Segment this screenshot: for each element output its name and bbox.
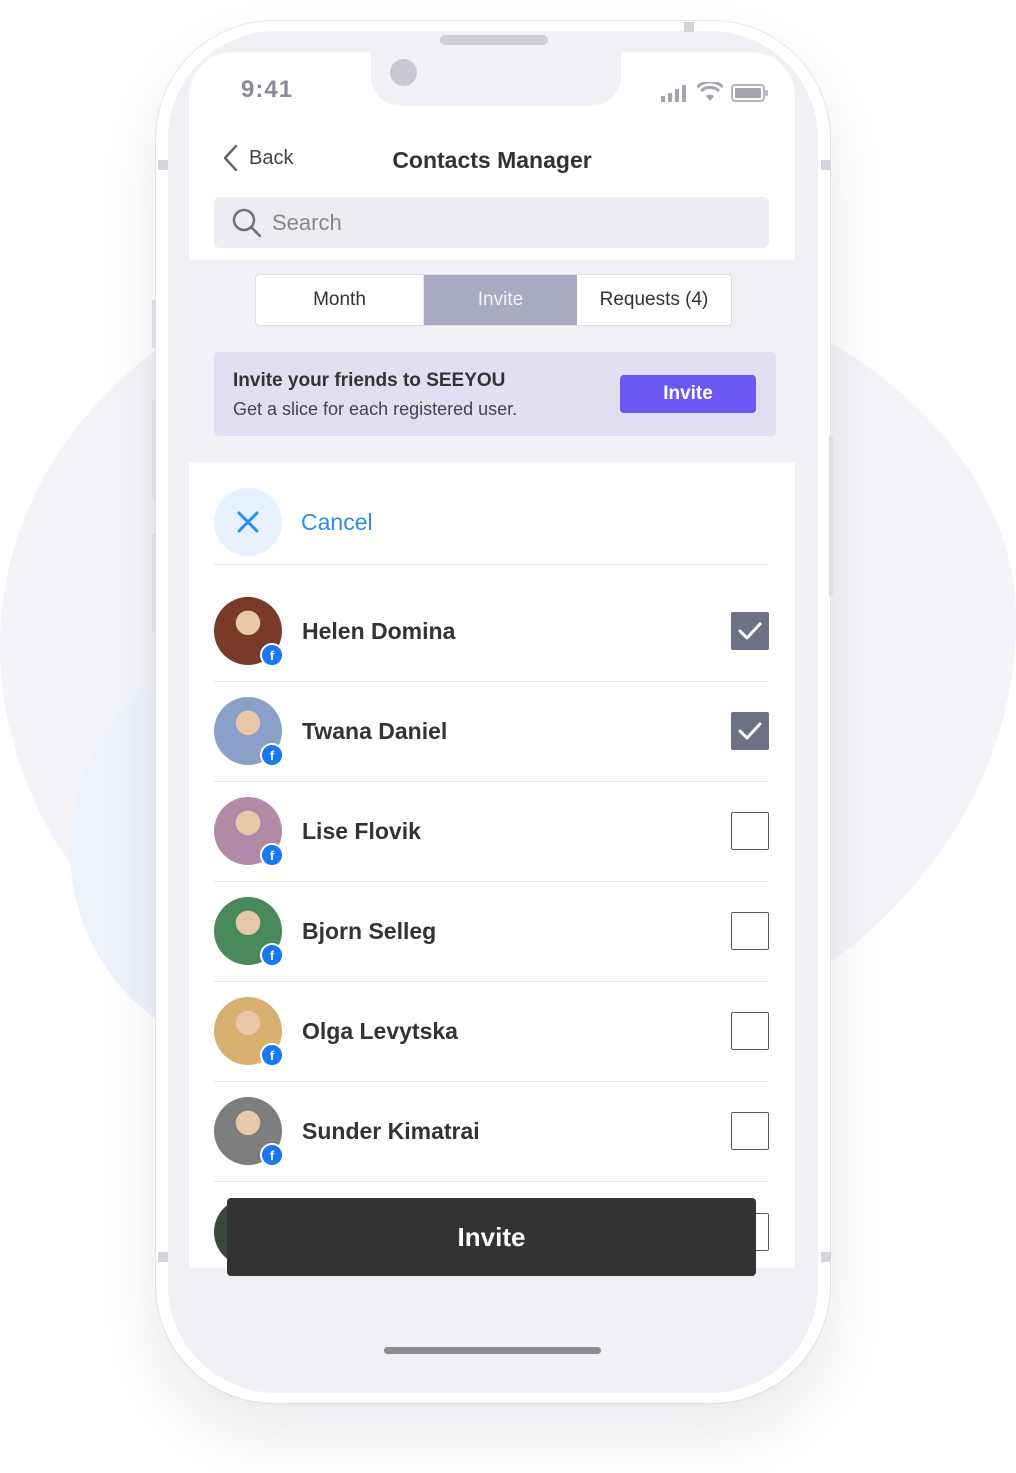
search-bar[interactable] xyxy=(214,197,769,248)
contacts-list: Cancel f Helen Domina f Twana Daniel f Lise F… xyxy=(189,462,795,1268)
contact-row[interactable]: f Lise Flovik xyxy=(214,781,769,882)
app-screen: 9:41 Back Contacts Manager Search Month … xyxy=(189,52,795,1268)
contact-row[interactable]: f Helen Domina xyxy=(214,581,769,682)
antenna-band xyxy=(158,160,168,170)
battery-icon xyxy=(731,84,768,102)
banner-invite-button[interactable]: Invite xyxy=(620,375,756,413)
status-time: 9:41 xyxy=(241,76,294,103)
contact-checkbox[interactable] xyxy=(731,712,769,750)
close-icon xyxy=(237,511,259,533)
avatar: f xyxy=(214,697,284,767)
facebook-icon: f xyxy=(260,743,284,767)
contact-name: Helen Domina xyxy=(302,617,456,644)
speaker-grille xyxy=(440,35,548,45)
banner-title: Invite your friends to SEEYOU xyxy=(233,370,506,391)
contact-name: Bjorn Selleg xyxy=(302,917,437,944)
contact-checkbox[interactable] xyxy=(731,812,769,850)
status-icons xyxy=(661,82,769,102)
facebook-icon: f xyxy=(260,1143,284,1167)
tab-invite[interactable]: Invite xyxy=(424,275,577,325)
facebook-icon: f xyxy=(260,843,284,867)
checkmark-icon xyxy=(738,622,762,640)
power-button xyxy=(829,436,833,596)
antenna-band xyxy=(684,22,694,32)
cancel-label: Cancel xyxy=(301,508,373,535)
invite-button[interactable]: Invite xyxy=(227,1198,756,1276)
contact-checkbox[interactable] xyxy=(731,1012,769,1050)
contact-checkbox[interactable] xyxy=(731,1112,769,1150)
mute-switch xyxy=(152,300,156,348)
tab-month[interactable]: Month xyxy=(256,275,424,325)
signal-icon xyxy=(661,85,686,102)
invite-banner: Invite your friends to SEEYOU Get a slic… xyxy=(214,352,776,436)
tab-requests[interactable]: Requests (4) xyxy=(577,275,731,325)
antenna-band xyxy=(158,1252,168,1262)
volume-down-button xyxy=(152,533,156,633)
antenna-band xyxy=(821,1252,831,1262)
contact-row[interactable]: f Sunder Kimatrai xyxy=(214,1081,769,1182)
cancel-row[interactable]: Cancel xyxy=(214,480,769,565)
contact-row[interactable]: f Twana Daniel xyxy=(214,681,769,782)
contact-row[interactable]: f Bjorn Selleg xyxy=(214,881,769,982)
avatar: f xyxy=(214,797,284,867)
home-indicator xyxy=(384,1347,601,1354)
contact-name: Twana Daniel xyxy=(302,717,448,744)
segmented-tabs: Month Invite Requests (4) xyxy=(255,274,732,326)
contact-row[interactable]: f Olga Levytska xyxy=(214,981,769,1082)
banner-subtitle: Get a slice for each registered user. xyxy=(233,399,518,419)
facebook-icon: f xyxy=(260,1043,284,1067)
wifi-icon xyxy=(697,82,723,101)
camera xyxy=(390,59,417,86)
checkmark-icon xyxy=(738,722,762,740)
contact-checkbox[interactable] xyxy=(731,612,769,650)
contact-name: Lise Flovik xyxy=(302,817,421,844)
search-input[interactable] xyxy=(262,208,724,237)
antenna-band xyxy=(821,160,831,170)
cancel-button[interactable] xyxy=(214,488,282,556)
volume-up-button xyxy=(152,400,156,500)
page-title: Contacts Manager xyxy=(392,147,592,173)
avatar: f xyxy=(214,997,284,1067)
contact-checkbox[interactable] xyxy=(731,912,769,950)
search-icon xyxy=(232,208,262,237)
facebook-icon: f xyxy=(260,943,284,967)
contact-name: Olga Levytska xyxy=(302,1017,458,1044)
avatar: f xyxy=(214,597,284,667)
facebook-icon: f xyxy=(260,643,284,667)
contact-name: Sunder Kimatrai xyxy=(302,1117,480,1144)
avatar: f xyxy=(214,897,284,967)
avatar: f xyxy=(214,1097,284,1167)
